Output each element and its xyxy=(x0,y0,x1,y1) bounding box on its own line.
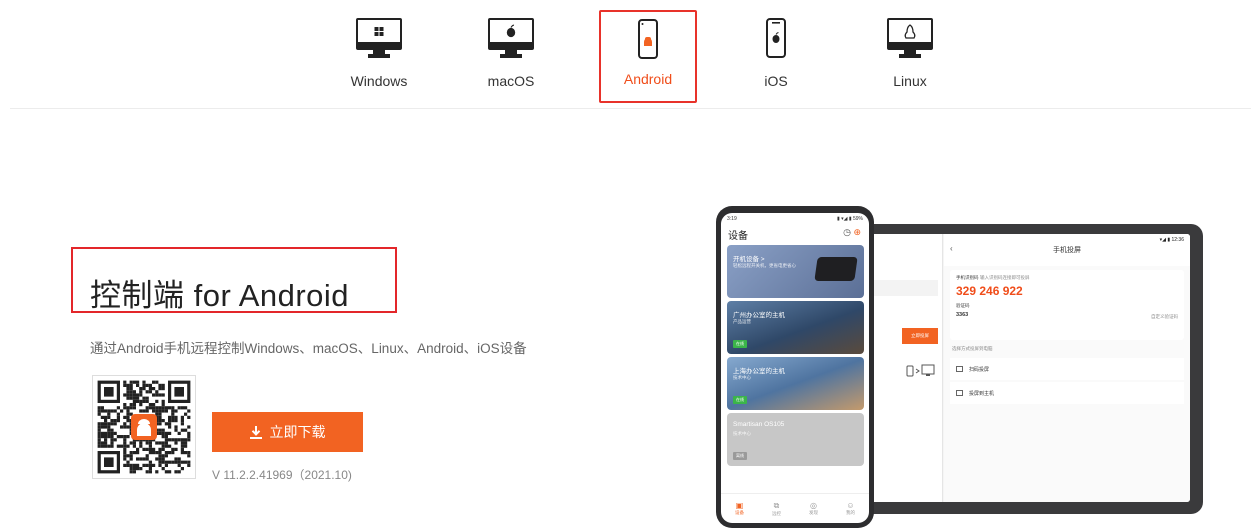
status-time: 3:19 xyxy=(727,216,737,222)
download-qr-code xyxy=(92,375,196,479)
tablet-row-scan: 扫码投屏 xyxy=(950,358,1184,380)
phone-screen: 3:19 ▮ ▾◢ ▮ 59% 设备 ◷ ⊕ 开机设备 > 轻松远程开关机，更省… xyxy=(721,213,869,523)
status-badge: 在线 xyxy=(733,340,747,348)
verify-code: 3363 xyxy=(956,312,969,318)
monitor-apple-icon xyxy=(488,18,534,58)
phone-status-bar: 3:19 ▮ ▾◢ ▮ 59% xyxy=(727,216,863,222)
nav-discover: ◎ 发现 xyxy=(809,501,818,516)
version-text: V 11.2.2.41969（2021.10) xyxy=(212,468,352,482)
status-badge: 在线 xyxy=(733,396,747,404)
user-icon: ☺ xyxy=(846,501,855,510)
tablet-input xyxy=(870,280,938,296)
phone-header-icons: ◷ ⊕ xyxy=(843,227,861,238)
card-title: 广州办公室的主机 xyxy=(733,312,785,319)
nav-profile: ☺ 我的 xyxy=(846,501,855,516)
compass-icon: ◎ xyxy=(810,501,817,510)
row-label: 投屏到主机 xyxy=(969,390,995,397)
tab-linux[interactable]: Linux xyxy=(862,12,958,100)
card-subtitle: 轻松远程开关机，更省电更省心 xyxy=(733,263,796,268)
tablet-row-cast: 投屏到主机 xyxy=(950,382,1184,404)
tablet-header: 手机投屏 xyxy=(944,234,1190,266)
phone-card-shanghai: 上海办公室的主机 技术中心 在线 xyxy=(727,357,864,410)
card-title: 开机设备 > xyxy=(733,256,765,263)
tablet-mockup: 立即投屏 手机投屏 ▾◢ ▮ 12:36 ‹ 手机识别码 输入识别码连接即可投屏… xyxy=(855,224,1203,514)
status-icons: ▮ ▾◢ ▮ 59% xyxy=(836,216,863,222)
tab-label: Windows xyxy=(350,73,408,89)
phone-card-guangzhou: 广州办公室的主机 产品运营 在线 xyxy=(727,301,864,354)
code-hint: 输入识别码连接即可投屏 xyxy=(980,275,1030,280)
phone-card-poweron: 开机设备 > 轻松远程开关机，更省电更省心 xyxy=(727,245,864,298)
tablet-section-label: 选择方式投屏到电脑 xyxy=(952,346,993,351)
back-icon: ‹ xyxy=(950,244,953,253)
pw-label: 验证码 xyxy=(956,303,970,308)
tablet-screen: 立即投屏 手机投屏 ▾◢ ▮ 12:36 ‹ 手机识别码 输入识别码连接即可投屏… xyxy=(866,234,1190,502)
status-badge: 离线 xyxy=(733,452,747,460)
card-subtitle: 技术中心 xyxy=(733,431,751,436)
tab-windows[interactable]: Windows xyxy=(331,12,427,100)
tab-macos[interactable]: macOS xyxy=(463,12,559,100)
cast-devices-icon xyxy=(906,364,935,377)
qr-code-icon xyxy=(97,380,191,474)
os-tab-bar: Windows macOS Android iOS Linux xyxy=(0,0,1251,110)
phone-title: 设备 xyxy=(728,231,748,242)
device-image xyxy=(814,257,858,281)
tab-label: iOS xyxy=(764,73,788,89)
phone-android-icon xyxy=(638,19,658,59)
history-icon: ◷ xyxy=(843,227,851,237)
card-title: Smartisan OS105 xyxy=(733,421,785,428)
tab-ios[interactable]: iOS xyxy=(728,12,824,100)
download-button[interactable]: 立即下载 xyxy=(212,412,363,452)
phone-mockup: 3:19 ▮ ▾◢ ▮ 59% 设备 ◷ ⊕ 开机设备 > 轻松远程开关机，更省… xyxy=(716,206,874,528)
tablet-left-panel: 立即投屏 xyxy=(866,234,943,502)
nav-label: 远控 xyxy=(772,510,781,516)
monitor-linux-icon xyxy=(887,18,933,58)
tablet-connect-button: 立即投屏 xyxy=(902,328,938,344)
code-label: 手机识别码 xyxy=(956,275,979,280)
monitor-icon xyxy=(956,390,963,396)
card-subtitle: 产品运营 xyxy=(733,319,751,324)
nav-label: 我的 xyxy=(846,510,855,515)
tab-divider xyxy=(10,108,1251,109)
phone-bottom-nav: ▣ 设备 ⧉ 远控 ◎ 发现 ☺ 我的 xyxy=(721,493,869,523)
custom-code-link: 自定义验证码 xyxy=(1151,314,1178,319)
devices-icon: ▣ xyxy=(735,501,744,510)
page-title: 控制端 for Android xyxy=(90,278,350,313)
device-code: 329 246 922 xyxy=(956,284,1023,298)
download-button-label: 立即下载 xyxy=(269,424,326,440)
tab-android[interactable]: Android xyxy=(599,10,697,103)
card-subtitle: 技术中心 xyxy=(733,375,751,380)
phone-apple-icon xyxy=(766,18,786,58)
scan-icon xyxy=(956,366,963,372)
tab-label: macOS xyxy=(487,73,535,89)
nav-devices: ▣ 设备 xyxy=(735,501,744,516)
nav-label: 发现 xyxy=(809,510,818,515)
tab-label: Android xyxy=(623,71,673,87)
tab-label: Linux xyxy=(893,73,927,89)
nav-label: 设备 xyxy=(735,510,744,515)
row-label: 扫码投屏 xyxy=(969,366,990,373)
tablet-status-bar: ▾◢ ▮ 12:36 xyxy=(1159,237,1184,243)
remote-icon: ⧉ xyxy=(773,500,780,510)
card-title: 上海办公室的主机 xyxy=(733,368,785,375)
download-icon xyxy=(249,425,262,439)
phone-card-smartisan: Smartisan OS105 技术中心 离线 xyxy=(727,413,864,466)
tablet-code-card: 手机识别码 输入识别码连接即可投屏 329 246 922 验证码 3363 自… xyxy=(950,270,1184,340)
nav-remote: ⧉ 远控 xyxy=(772,501,781,517)
tablet-right-panel: 手机投屏 ▾◢ ▮ 12:36 ‹ 手机识别码 输入识别码连接即可投屏 329 … xyxy=(944,234,1190,502)
page-subtitle: 通过Android手机远程控制Windows、macOS、Linux、Andro… xyxy=(90,341,527,356)
add-icon: ⊕ xyxy=(853,227,861,237)
monitor-windows-icon xyxy=(356,18,402,58)
